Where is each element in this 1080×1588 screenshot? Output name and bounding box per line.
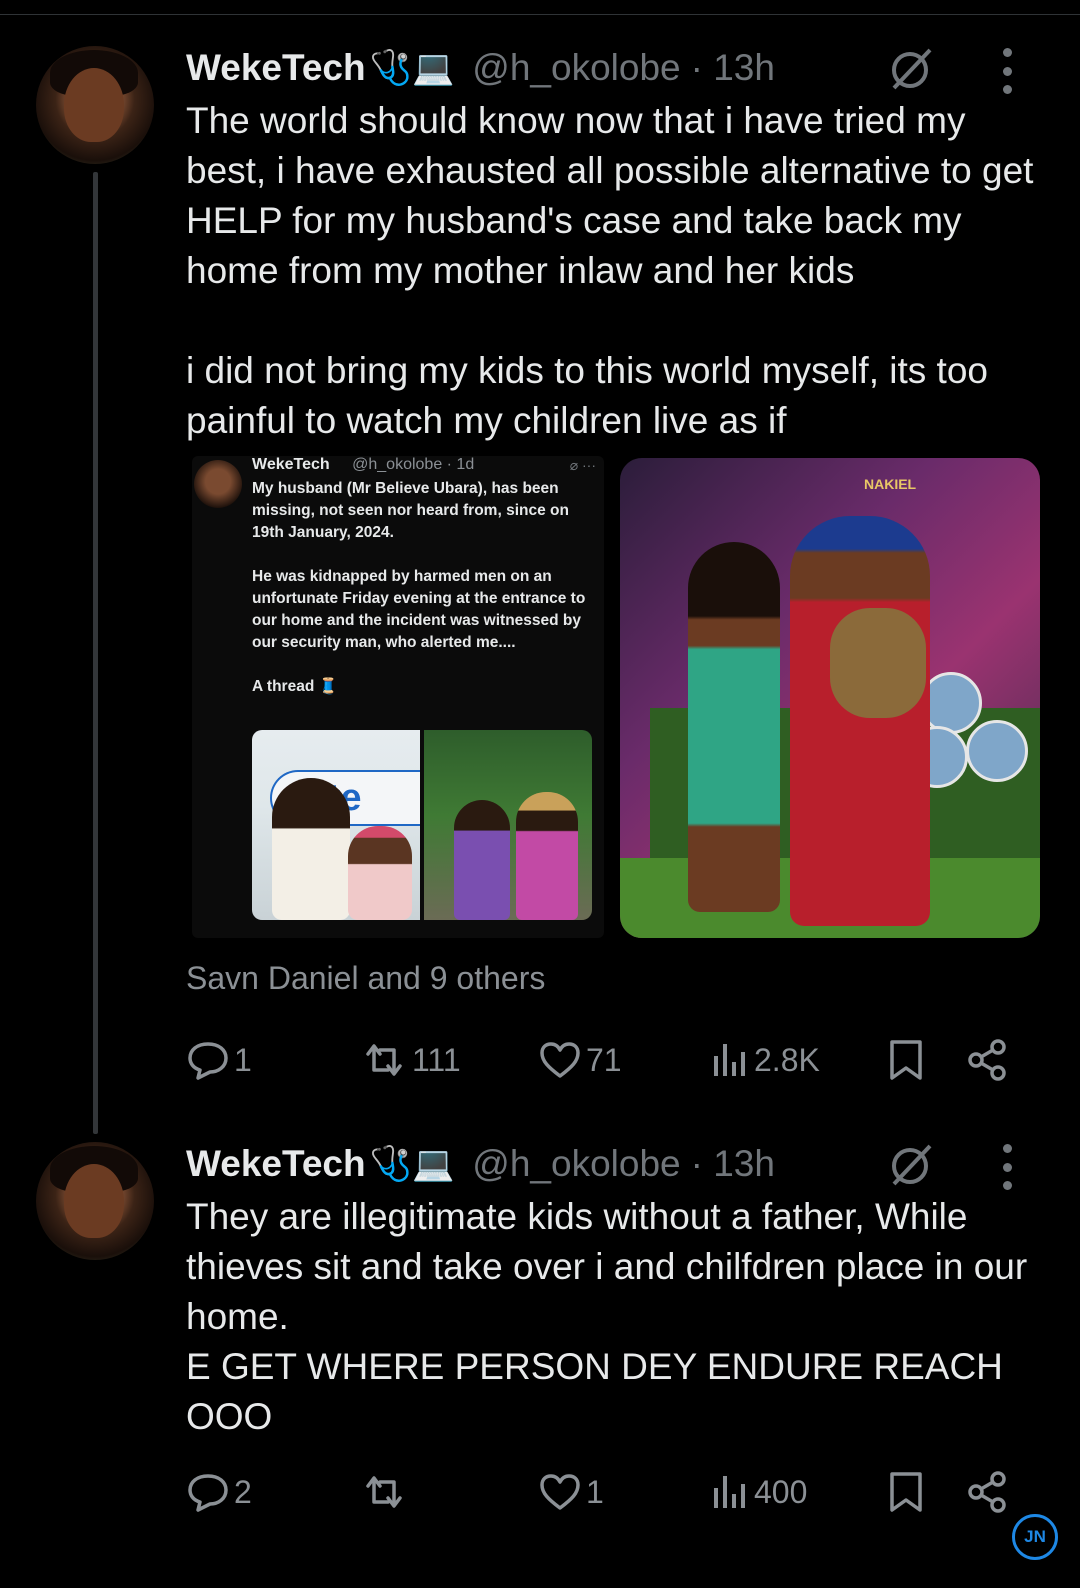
bookmark-button[interactable] [886, 1468, 926, 1516]
tweet-text: They are illegitimate kids without a fat… [186, 1196, 1028, 1437]
views-button[interactable]: 2.8K [710, 1036, 820, 1084]
watermark-logo: JN [1012, 1514, 1058, 1560]
top-divider [0, 14, 1080, 15]
share-icon [968, 1471, 1006, 1513]
views-icon [714, 1044, 745, 1076]
bookmark-icon [890, 1040, 922, 1080]
quoted-text: My husband (Mr Believe Ubara), has been … [252, 480, 586, 695]
like-button[interactable]: 1 [538, 1468, 604, 1516]
tweet-text: The world should know now that i have tr… [186, 100, 1034, 441]
family-photo[interactable]: NAKIEL [620, 458, 1040, 938]
share-icon [968, 1039, 1006, 1081]
tweet-actions: 1 111 71 2.8K [186, 1036, 1046, 1084]
tweet-header: WekeTech 🩺💻 @h_okolobe · 13h [186, 1142, 775, 1186]
avatar-face [64, 68, 124, 142]
repost-button[interactable]: 111 [360, 1036, 461, 1084]
reply-icon [188, 1474, 228, 1512]
like-icon [540, 1474, 580, 1510]
quoted-header: WekeTech @h_okolobe · 1d [252, 456, 475, 473]
avatar[interactable] [36, 46, 154, 164]
more-icon[interactable] [997, 1144, 1017, 1190]
reply-button[interactable]: 2 [186, 1468, 252, 1516]
grok-icon[interactable] [886, 1140, 936, 1190]
share-button[interactable] [966, 1468, 1010, 1516]
reply-icon [188, 1042, 228, 1080]
tweet-time[interactable]: · 13h [691, 47, 775, 89]
social-context[interactable]: Savn Daniel and 9 others [186, 960, 545, 997]
views-icon [714, 1476, 745, 1508]
display-name[interactable]: WekeTech [186, 1143, 366, 1185]
display-name[interactable]: WekeTech [186, 47, 366, 89]
repost-icon [366, 1476, 402, 1508]
quoted-photo-2 [424, 730, 592, 920]
thread-line [93, 172, 98, 1134]
more-icon[interactable] [997, 48, 1017, 94]
views-button[interactable]: 400 [710, 1468, 807, 1516]
user-handle[interactable]: @h_okolobe [472, 47, 680, 89]
repost-icon [366, 1044, 402, 1076]
bookmark-icon [890, 1472, 922, 1512]
quoted-avatar [194, 460, 242, 508]
tweet-actions: 2 1 400 [186, 1468, 1046, 1516]
grok-icon[interactable] [886, 44, 936, 94]
user-handle[interactable]: @h_okolobe [472, 1143, 680, 1185]
avatar[interactable] [36, 1142, 154, 1260]
bookmark-button[interactable] [886, 1036, 926, 1084]
tweet-header: WekeTech 🩺💻 @h_okolobe · 13h [186, 46, 775, 90]
photo-logo: NAKIEL [864, 476, 917, 492]
tweet-time[interactable]: · 13h [691, 1143, 775, 1185]
profile-badges: 🩺💻 [369, 1145, 455, 1183]
share-button[interactable] [966, 1036, 1010, 1084]
profile-badges: 🩺💻 [369, 49, 455, 87]
like-button[interactable]: 71 [538, 1036, 622, 1084]
repost-button[interactable] [360, 1468, 412, 1516]
like-icon [540, 1042, 580, 1078]
reply-button[interactable]: 1 [186, 1036, 252, 1084]
quoted-tweet-image[interactable]: WekeTech @h_okolobe · 1d ⌀ ··· My husban… [192, 456, 604, 938]
quoted-photo-1: inte [252, 730, 420, 920]
avatar-face [64, 1164, 124, 1238]
quoted-more-icon: ⌀ ··· [569, 457, 596, 473]
